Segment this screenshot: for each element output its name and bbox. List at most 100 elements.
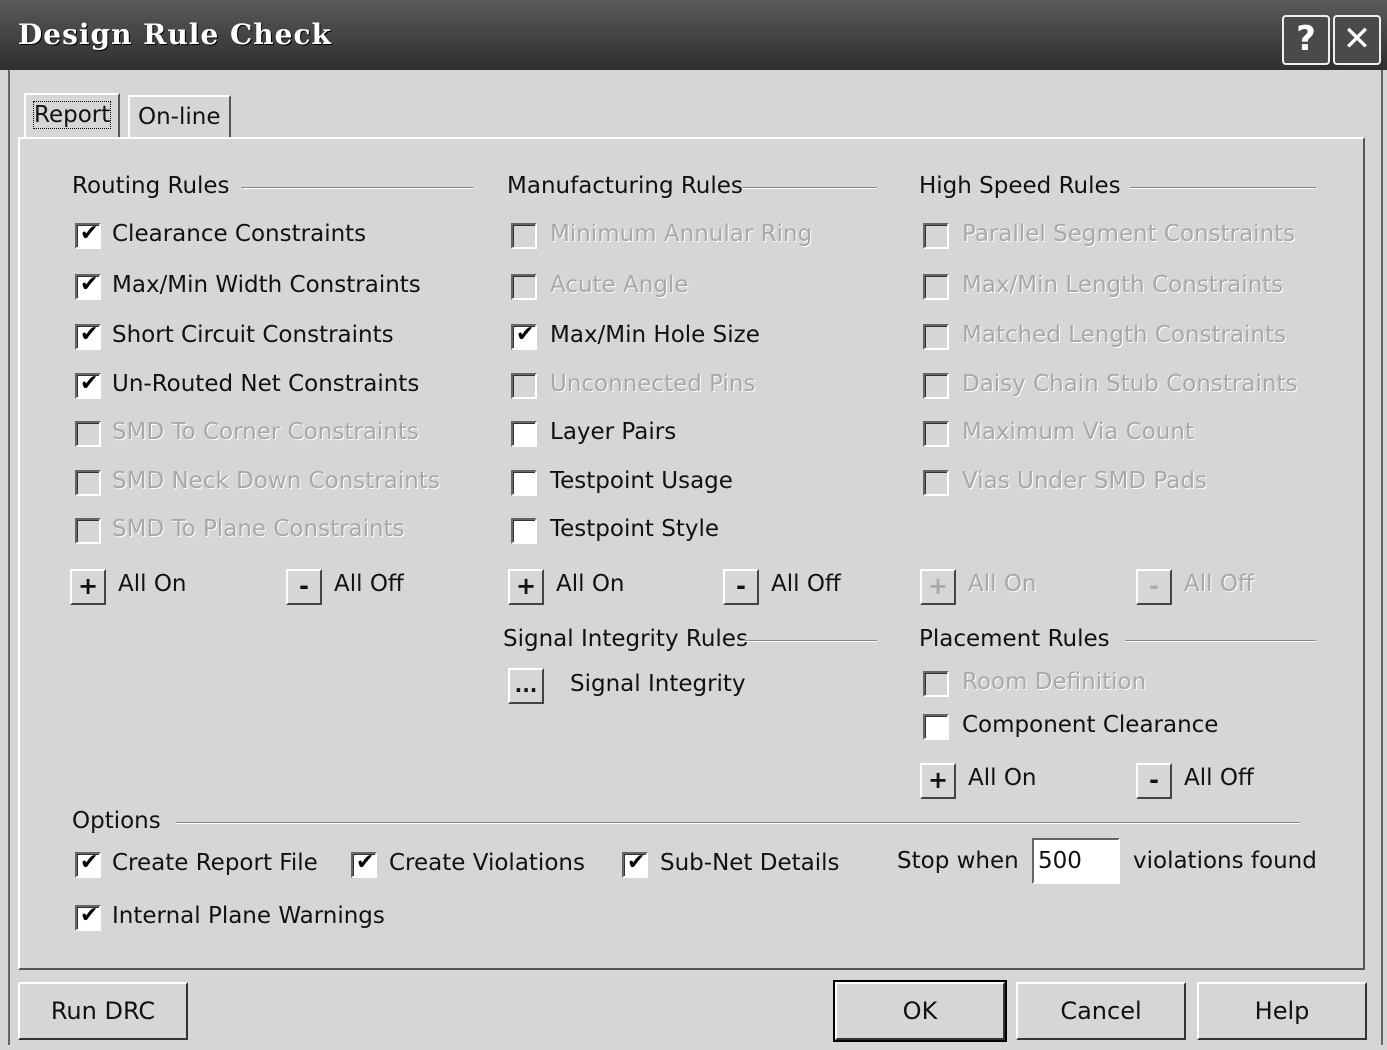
- high-speed-rule-checkbox: [923, 223, 949, 249]
- close-icon[interactable]: ✕: [1333, 15, 1381, 65]
- signal-integrity-button[interactable]: ...: [508, 668, 544, 704]
- minus-icon[interactable]: -: [286, 569, 322, 605]
- checkmark-icon: ✔: [80, 272, 99, 297]
- manufacturing-rule-label[interactable]: Layer Pairs: [550, 419, 676, 445]
- checkmark-icon: ✔: [80, 221, 99, 246]
- manufacturing-rule-label: Unconnected Pins: [550, 371, 756, 397]
- routing-rule-checkbox: [75, 421, 101, 447]
- manufacturing-rule-checkbox[interactable]: [511, 470, 537, 496]
- routing-rule-label: SMD To Plane Constraints: [112, 516, 405, 542]
- section-divider: [1125, 640, 1316, 642]
- section-divider: [1130, 187, 1316, 189]
- internal-plane-warnings-checkbox[interactable]: ✔: [75, 903, 101, 931]
- tab-label: Report: [32, 101, 112, 129]
- high-speed-rule-checkbox: [923, 274, 949, 300]
- manufacturing-rule-checkbox: [511, 274, 537, 300]
- help-icon[interactable]: ?: [1282, 15, 1330, 65]
- manufacturing-rule-label: Acute Angle: [550, 272, 689, 298]
- placement-rule-checkbox: [923, 671, 949, 697]
- plus-icon[interactable]: +: [920, 763, 956, 799]
- ok-button[interactable]: OK: [833, 980, 1007, 1042]
- checkmark-icon: ✔: [356, 850, 375, 875]
- manufacturing-rule-checkbox[interactable]: [511, 421, 537, 447]
- create-violations-label[interactable]: Create Violations: [389, 850, 585, 876]
- high-speed-rules-header: High Speed Rules: [919, 173, 1121, 199]
- placement-rules-header: Placement Rules: [919, 626, 1110, 652]
- violations-found-label: violations found: [1133, 848, 1317, 874]
- high-speed-rule-checkbox: [923, 324, 949, 350]
- plus-icon[interactable]: +: [70, 569, 106, 605]
- manufacturing-rule-checkbox[interactable]: ✔: [511, 322, 537, 350]
- signal-integrity-label: Signal Integrity: [570, 671, 746, 697]
- run-drc-button[interactable]: Run DRC: [18, 982, 188, 1040]
- high_speed-all-on-label: All On: [968, 571, 1037, 597]
- routing-rule-label[interactable]: Max/Min Width Constraints: [112, 272, 421, 298]
- high-speed-rule-label: Vias Under SMD Pads: [962, 468, 1207, 494]
- manufacturing-rules-header: Manufacturing Rules: [507, 173, 743, 199]
- minus-icon[interactable]: -: [723, 569, 759, 605]
- placement-rule-checkbox[interactable]: [923, 714, 949, 740]
- routing-rule-checkbox[interactable]: ✔: [75, 371, 101, 399]
- minus-icon: -: [1136, 569, 1172, 605]
- manufacturing-rule-label[interactable]: Testpoint Style: [550, 516, 719, 542]
- section-divider: [241, 187, 473, 189]
- checkmark-icon: ✔: [516, 322, 535, 347]
- high-speed-rule-label: Matched Length Constraints: [962, 322, 1287, 348]
- minus-icon[interactable]: -: [1136, 763, 1172, 799]
- manufacturing-rule-label[interactable]: Testpoint Usage: [550, 468, 733, 494]
- high-speed-rule-checkbox: [923, 421, 949, 447]
- checkmark-icon: ✔: [80, 371, 99, 396]
- placement-all-on-label[interactable]: All On: [968, 765, 1037, 791]
- high_speed-all-off-label: All Off: [1184, 571, 1254, 597]
- high-speed-rule-label: Parallel Segment Constraints: [962, 221, 1296, 247]
- routing-rules-header: Routing Rules: [72, 173, 230, 199]
- create-report-file-label[interactable]: Create Report File: [112, 850, 318, 876]
- routing-rule-label[interactable]: Un-Routed Net Constraints: [112, 371, 419, 397]
- manufacturing-rule-label: Minimum Annular Ring: [550, 221, 813, 247]
- high-speed-rule-label: Maximum Via Count: [962, 419, 1194, 445]
- stop-count-input[interactable]: 500: [1032, 838, 1120, 884]
- routing-rule-checkbox[interactable]: ✔: [75, 221, 101, 249]
- high-speed-rule-checkbox: [923, 373, 949, 399]
- help-button[interactable]: Help: [1197, 982, 1367, 1040]
- routing-rule-label: SMD Neck Down Constraints: [112, 468, 440, 494]
- window-title: Design Rule Check: [18, 18, 332, 51]
- routing-rule-checkbox[interactable]: ✔: [75, 322, 101, 350]
- placement-rule-label[interactable]: Component Clearance: [962, 712, 1218, 738]
- routing-rule-checkbox[interactable]: ✔: [75, 272, 101, 300]
- tab-report[interactable]: Report: [24, 93, 121, 137]
- placement-all-off-label[interactable]: All Off: [1184, 765, 1254, 791]
- checkmark-icon: ✔: [80, 322, 99, 347]
- checkmark-icon: ✔: [627, 850, 646, 875]
- create-report-file-checkbox[interactable]: ✔: [75, 850, 101, 878]
- routing-rule-label[interactable]: Short Circuit Constraints: [112, 322, 394, 348]
- sub-net-details-checkbox[interactable]: ✔: [622, 850, 648, 878]
- create-violations-checkbox[interactable]: ✔: [351, 850, 377, 878]
- signal-integrity-header: Signal Integrity Rules: [503, 626, 748, 652]
- options-header: Options: [72, 808, 161, 834]
- routing-rule-label[interactable]: Clearance Constraints: [112, 221, 366, 247]
- high-speed-rule-label: Max/Min Length Constraints: [962, 272, 1284, 298]
- section-divider: [742, 187, 877, 189]
- manufacturing-rule-checkbox: [511, 373, 537, 399]
- section-divider: [740, 640, 877, 642]
- manufacturing-rule-checkbox[interactable]: [511, 518, 537, 544]
- report-panel: [18, 137, 1365, 970]
- plus-icon[interactable]: +: [508, 569, 544, 605]
- checkmark-icon: ✔: [80, 850, 99, 875]
- manufacturing-rule-label[interactable]: Max/Min Hole Size: [550, 322, 760, 348]
- sub-net-details-label[interactable]: Sub-Net Details: [660, 850, 840, 876]
- manufacturing-all-off-label[interactable]: All Off: [771, 571, 841, 597]
- manufacturing-all-on-label[interactable]: All On: [556, 571, 625, 597]
- routing-all-on-label[interactable]: All On: [118, 571, 187, 597]
- cancel-button[interactable]: Cancel: [1016, 982, 1186, 1040]
- manufacturing-rule-checkbox: [511, 223, 537, 249]
- tab-online[interactable]: On-line: [128, 95, 231, 137]
- internal-plane-warnings-label[interactable]: Internal Plane Warnings: [112, 903, 385, 929]
- stop-when-label: Stop when: [897, 848, 1019, 874]
- routing-all-off-label[interactable]: All Off: [334, 571, 404, 597]
- section-divider: [176, 822, 1300, 824]
- routing-rule-label: SMD To Corner Constraints: [112, 419, 419, 445]
- checkmark-icon: ✔: [80, 903, 99, 928]
- routing-rule-checkbox: [75, 518, 101, 544]
